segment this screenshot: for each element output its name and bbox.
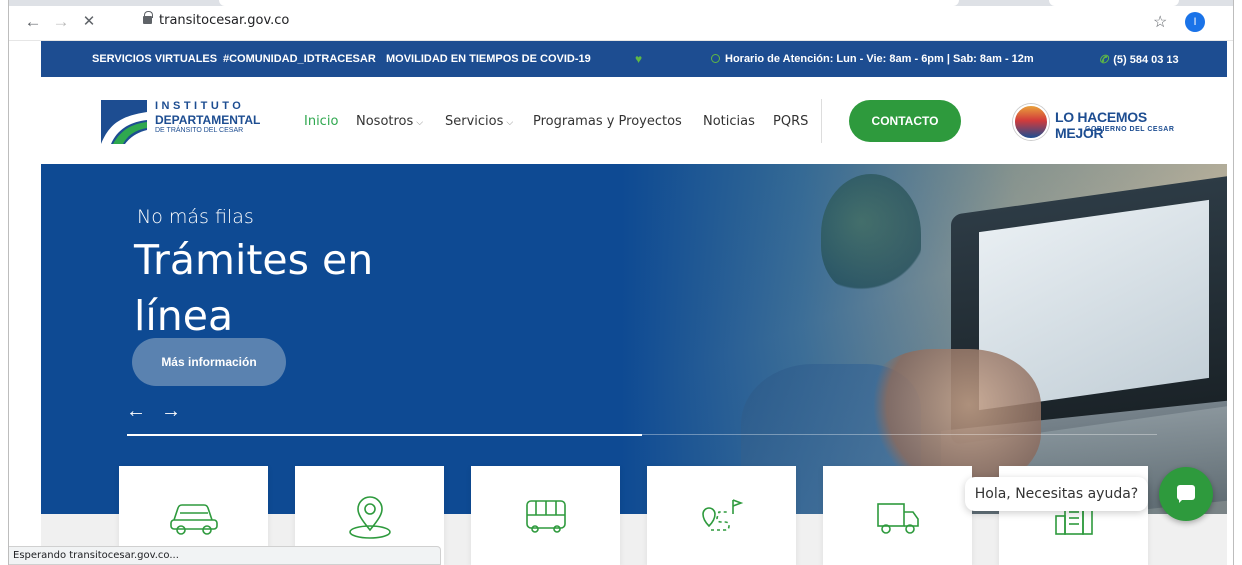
stop-loading-icon[interactable]: ✕ [79, 12, 99, 32]
more-info-button[interactable]: Más información [132, 338, 286, 386]
service-card-transporte[interactable] [471, 466, 620, 565]
chat-button[interactable] [1159, 467, 1213, 521]
nav-inicio[interactable]: Inicio [304, 114, 338, 129]
chevron-down-icon: ⌵ [416, 118, 424, 128]
gov-slogan: LO HACEMOS MEJOR [1055, 109, 1147, 141]
top-info-bar: SERVICIOS VIRTUALES #COMUNIDAD_IDTRACESA… [41, 41, 1227, 77]
truck-icon [876, 503, 919, 534]
bookmark-star-icon[interactable]: ☆ [1153, 12, 1185, 32]
nav-nosotros[interactable]: Nosotros ⌵ [356, 114, 423, 129]
phone-number[interactable]: ✆ (5) 584 03 13 [1099, 53, 1179, 66]
header-divider [821, 99, 822, 143]
nav-programas-proyectos[interactable]: Programas y Proyectos [533, 114, 682, 129]
gobierno-cesar-logo[interactable]: LO HACEMOS MEJOR GOBIERNO DEL CESAR [1013, 101, 1193, 143]
bus-icon [525, 500, 566, 533]
slider-progress-track [127, 434, 1157, 436]
logo-line-1: INSTITUTO [155, 100, 245, 112]
browser-window: ← → ✕ transitocesar.gov.co ☆ I SERVICIOS… [8, 0, 1234, 565]
location-pin-icon [348, 496, 391, 539]
lock-icon [143, 11, 153, 24]
contact-button[interactable]: CONTACTO [849, 100, 961, 142]
logo-line-2: DEPARTAMENTAL [155, 113, 261, 127]
nav-pqrs[interactable]: PQRS [773, 114, 808, 129]
chevron-down-icon: ⌵ [506, 118, 514, 128]
nav-noticias[interactable]: Noticias [703, 114, 755, 129]
back-icon[interactable]: ← [23, 12, 43, 32]
profile-avatar[interactable]: I [1185, 12, 1205, 32]
logo-line-3: DE TRÁNSITO DEL CESAR [155, 127, 244, 134]
phone-icon: ✆ [1099, 54, 1109, 66]
forward-icon[interactable]: → [51, 12, 71, 32]
clock-icon [711, 54, 720, 63]
topbar-link-covid[interactable]: MOVILIDAD EN TIEMPOS DE COVID-19 [386, 53, 591, 65]
site-logo[interactable]: INSTITUTO DEPARTAMENTAL DE TRÁNSITO DEL … [99, 96, 269, 148]
topbar-link-servicios-virtuales[interactable]: SERVICIOS VIRTUALES [92, 53, 217, 65]
office-hours: Horario de Atención: Lun - Vie: 8am - 6p… [711, 53, 1034, 65]
slider-prev-icon[interactable]: ← [126, 400, 146, 423]
service-card-carga[interactable] [823, 466, 972, 565]
slider-progress-bar [127, 434, 642, 436]
hero-background-photo [621, 164, 1227, 514]
address-bar[interactable]: transitocesar.gov.co [137, 10, 1217, 34]
nav-servicios[interactable]: Servicios ⌵ [445, 114, 513, 129]
gobierno-badge-icon [1013, 104, 1049, 140]
logo-mark-icon [101, 100, 147, 144]
gov-subtitle: GOBIERNO DEL CESAR [1085, 126, 1175, 133]
site-header: INSTITUTO DEPARTAMENTAL DE TRÁNSITO DEL … [41, 77, 1227, 164]
topbar-link-comunidad[interactable]: #COMUNIDAD_IDTRACESAR [223, 53, 376, 65]
browser-toolbar: ← → ✕ transitocesar.gov.co ☆ I [9, 0, 1233, 41]
twitter-icon[interactable]: ♥ [635, 52, 642, 66]
hero-pretitle: No más filas [137, 206, 254, 228]
slider-next-icon[interactable]: → [161, 400, 181, 423]
car-icon [169, 504, 218, 535]
url-text[interactable]: transitocesar.gov.co [159, 13, 289, 28]
browser-status-bar: Esperando transitocesar.gov.co... [9, 546, 441, 565]
hero-slider: No más filas Trámites en línea Más infor… [41, 164, 1227, 514]
hero-title: Trámites en línea [134, 236, 374, 340]
route-icon [701, 499, 743, 531]
service-card-rutas[interactable] [647, 466, 796, 565]
chat-greeting-bubble[interactable]: Hola, Necesitas ayuda? [965, 477, 1148, 511]
